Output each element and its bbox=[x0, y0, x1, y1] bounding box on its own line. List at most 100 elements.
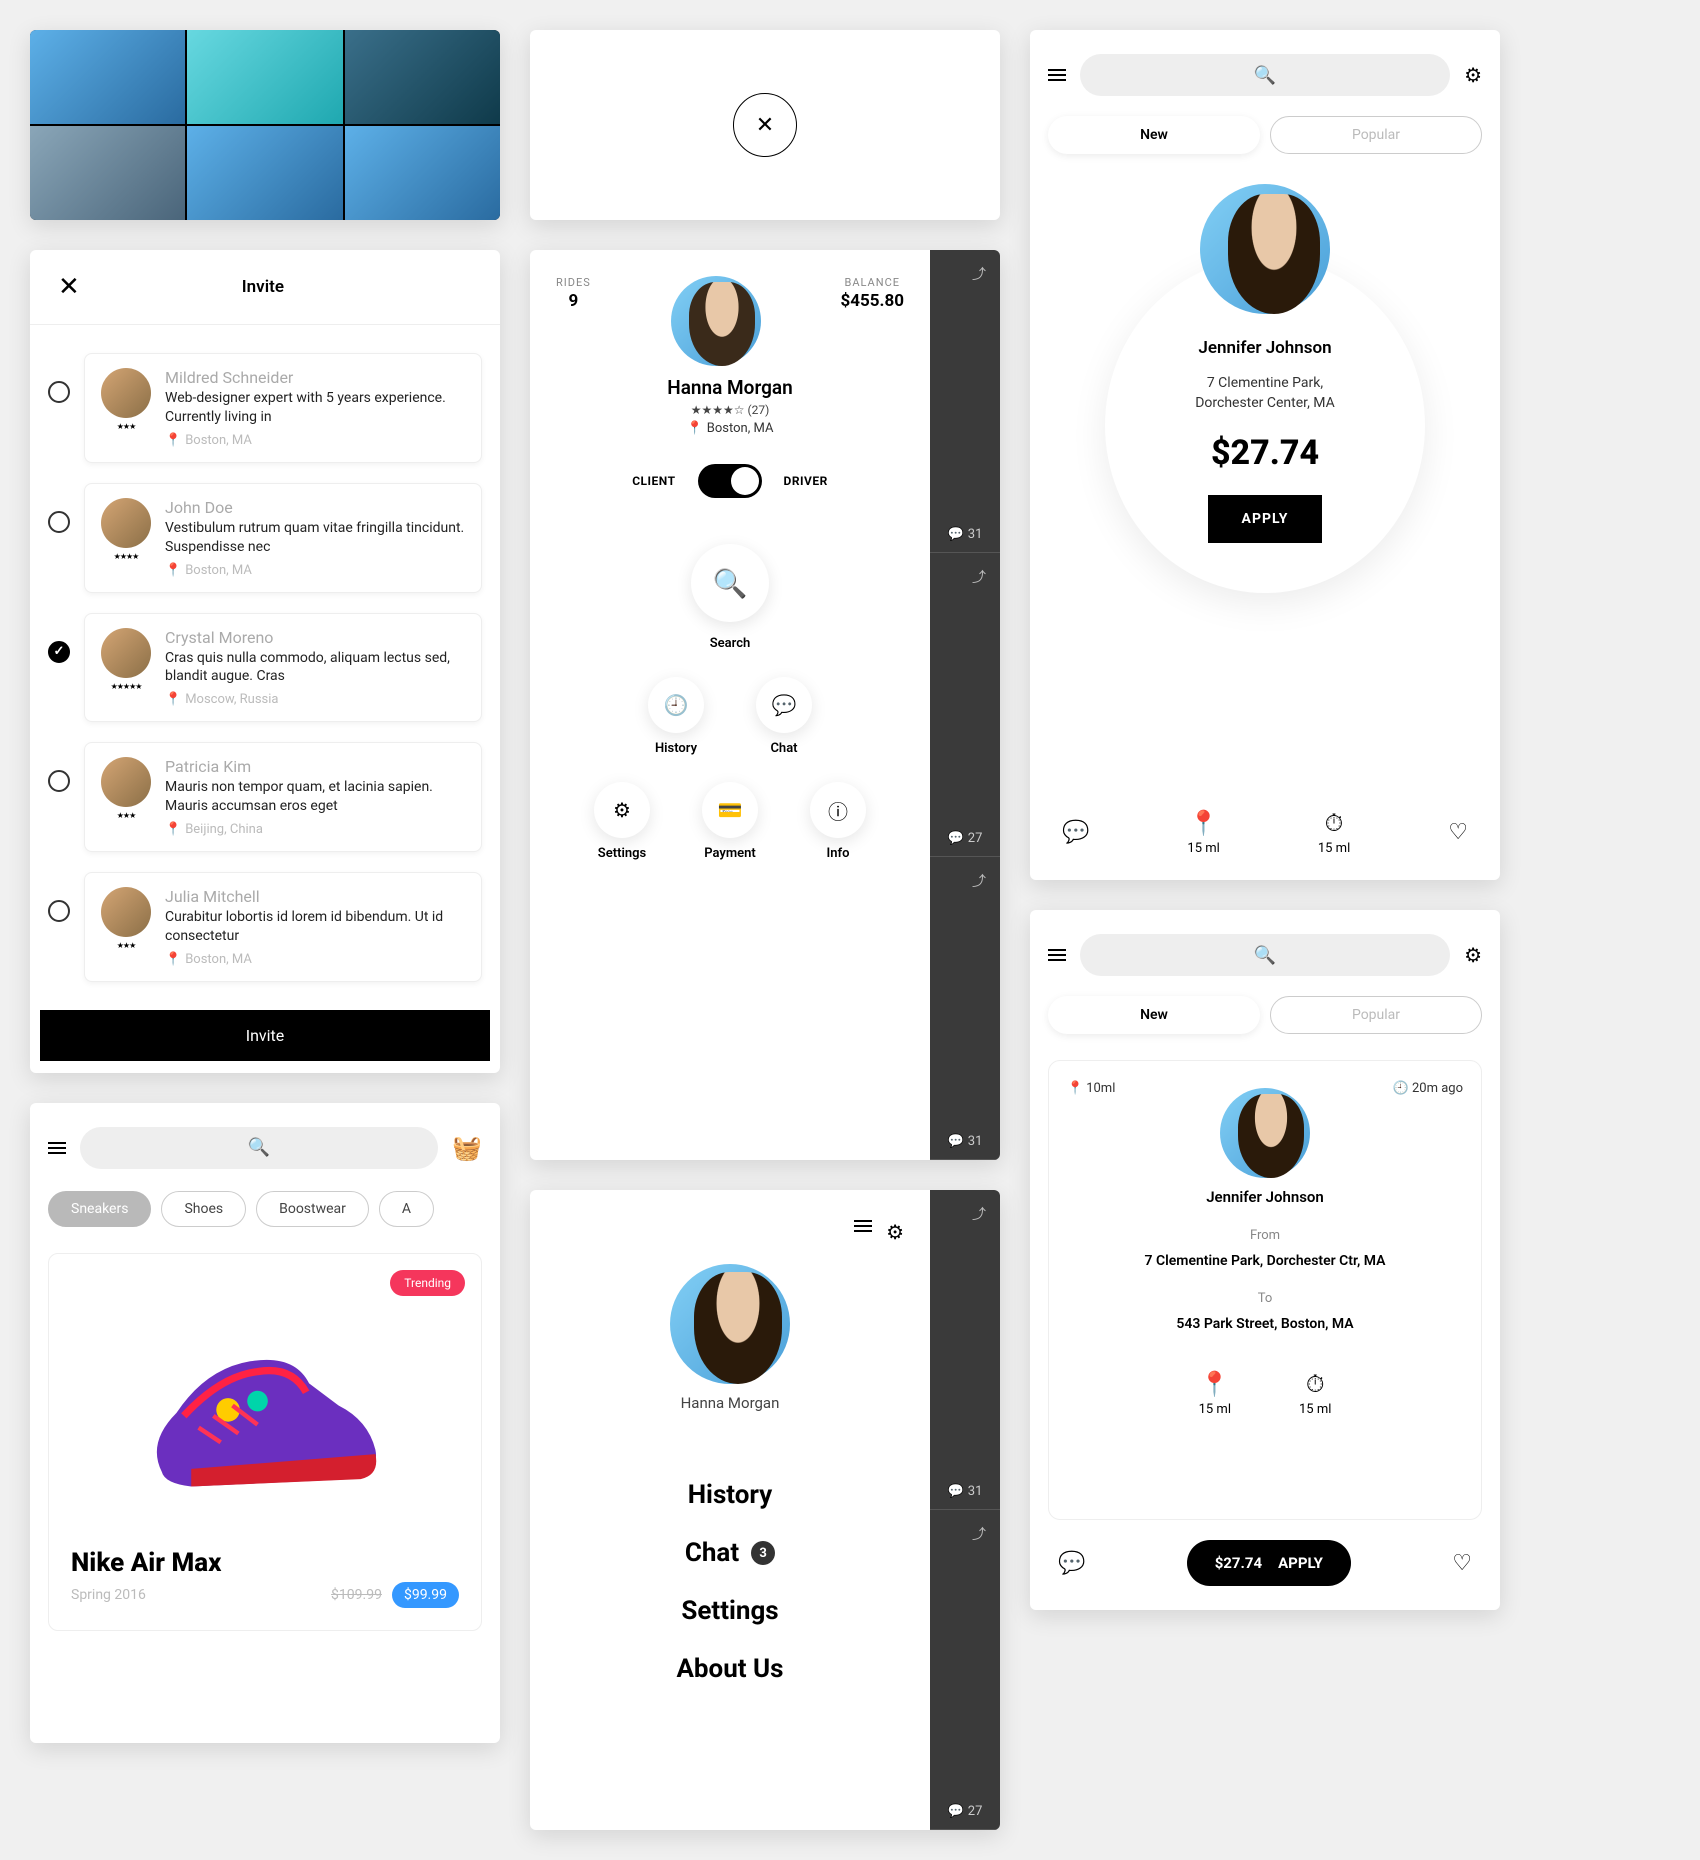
basket-icon[interactable]: 🧺 bbox=[452, 1134, 482, 1162]
chat-button[interactable]: 💬 bbox=[756, 677, 812, 733]
person-card[interactable]: ★★★ Mildred Schneider Web-designer exper… bbox=[84, 353, 482, 463]
ride-card: 📍10ml 🕘20m ago Jennifer Johnson From 7 C… bbox=[1048, 1060, 1482, 1520]
apply-button[interactable]: APPLY bbox=[1208, 495, 1323, 543]
category-chip[interactable]: Boostwear bbox=[256, 1191, 369, 1227]
search-input[interactable]: 🔍 bbox=[80, 1127, 438, 1169]
ride-ago: 20m ago bbox=[1412, 1081, 1463, 1096]
search-input[interactable]: 🔍 bbox=[1080, 934, 1450, 976]
share-icon[interactable]: ⤴ bbox=[972, 1204, 986, 1224]
avatar[interactable] bbox=[1200, 184, 1330, 314]
menu-settings[interactable]: Settings bbox=[681, 1596, 778, 1626]
balance-label: BALANCE bbox=[841, 276, 904, 289]
chat-badge: 3 bbox=[751, 1541, 775, 1565]
pin-icon: 📍 bbox=[165, 952, 181, 967]
person-name: Crystal Moreno bbox=[165, 628, 465, 647]
filter-icon[interactable]: ⚙ bbox=[1464, 63, 1482, 87]
heart-icon[interactable]: ♡ bbox=[1452, 1551, 1472, 1576]
close-button[interactable]: ✕ bbox=[733, 93, 797, 157]
info-button[interactable]: ⓘ bbox=[810, 782, 866, 838]
[interactable] bbox=[854, 1220, 872, 1244]
comment-icon: 💬 bbox=[948, 1804, 964, 1819]
person-card[interactable]: ★★★ Julia Mitchell Curabitur lobortis id… bbox=[84, 872, 482, 982]
gallery-thumb[interactable] bbox=[30, 126, 185, 220]
search-input[interactable]: 🔍 bbox=[1080, 54, 1450, 96]
menu-icon[interactable] bbox=[1048, 949, 1066, 961]
gallery-thumb[interactable] bbox=[345, 30, 500, 124]
tab-popular[interactable]: Popular bbox=[1270, 996, 1482, 1034]
select-radio[interactable] bbox=[48, 641, 70, 663]
heart-icon[interactable]: ♡ bbox=[1448, 820, 1468, 845]
search-label: Search bbox=[710, 636, 751, 651]
trending-badge: Trending bbox=[390, 1270, 465, 1296]
gallery-thumb[interactable] bbox=[345, 126, 500, 220]
tab-popular[interactable]: Popular bbox=[1270, 116, 1482, 154]
comment-icon: 💬 bbox=[948, 831, 964, 846]
gallery-thumb[interactable] bbox=[30, 30, 185, 124]
modal-close-screen: ✕ bbox=[530, 30, 1000, 220]
comment-count: 31 bbox=[968, 1134, 983, 1149]
menu-icon[interactable] bbox=[1048, 69, 1066, 81]
product-season: Spring 2016 bbox=[71, 1587, 146, 1603]
invite-screen: ✕ Invite ★★★ Mildred Schneider Web-desig… bbox=[30, 250, 500, 1073]
product-card[interactable]: Trending Nike Air Max Spring 2016 $109.9… bbox=[48, 1253, 482, 1631]
info-label: Info bbox=[827, 846, 850, 861]
select-radio[interactable] bbox=[48, 770, 70, 792]
product-image bbox=[71, 1276, 459, 1536]
avatar[interactable] bbox=[670, 1264, 790, 1384]
chat-icon[interactable]: 💬 bbox=[1062, 820, 1089, 845]
menu-about[interactable]: About Us bbox=[676, 1654, 783, 1684]
gallery-thumb[interactable] bbox=[187, 30, 342, 124]
category-chip[interactable]: Shoes bbox=[161, 1191, 246, 1227]
route-icon: 📍 bbox=[1189, 809, 1219, 837]
filter-icon[interactable]: ⚙ bbox=[886, 1220, 904, 1244]
payment-button[interactable]: 💳 bbox=[702, 782, 758, 838]
select-radio[interactable] bbox=[48, 511, 70, 533]
select-radio[interactable] bbox=[48, 900, 70, 922]
driver-card-screen: 🔍 ⚙ New Popular Jennifer Johnson 7 Cleme… bbox=[1030, 30, 1500, 880]
history-button[interactable]: 🕘 bbox=[648, 677, 704, 733]
person-card[interactable]: ★★★ Patricia Kim Mauris non tempor quam,… bbox=[84, 742, 482, 852]
share-icon[interactable]: ⤴ bbox=[972, 567, 986, 587]
metric-dist: 15 ml bbox=[1199, 1402, 1231, 1417]
person-name: John Doe bbox=[165, 498, 465, 517]
settings-button[interactable]: ⚙ bbox=[594, 782, 650, 838]
category-chip[interactable]: Sneakers bbox=[48, 1191, 151, 1227]
avatar[interactable] bbox=[1220, 1088, 1310, 1178]
avatar[interactable] bbox=[671, 276, 761, 366]
gallery-thumb[interactable] bbox=[187, 126, 342, 220]
category-chip[interactable]: A bbox=[379, 1191, 434, 1227]
drawer-name: Hanna Morgan bbox=[556, 1394, 904, 1412]
menu-chat[interactable]: Chat3 bbox=[685, 1538, 775, 1568]
menu-history[interactable]: History bbox=[688, 1480, 773, 1510]
chat-icon[interactable]: 💬 bbox=[1058, 1551, 1085, 1576]
addr-line1: 7 Clementine Park, bbox=[1207, 375, 1323, 391]
role-toggle[interactable] bbox=[698, 464, 762, 498]
invite-button[interactable]: Invite bbox=[40, 1010, 490, 1061]
share-icon[interactable]: ⤴ bbox=[972, 871, 986, 891]
driver-name: Jennifer Johnson bbox=[1135, 338, 1395, 358]
chat-label: Chat bbox=[770, 741, 797, 756]
clock-icon: 🕘 bbox=[1393, 1081, 1409, 1096]
comment-count: 27 bbox=[968, 1804, 983, 1819]
price-old: $109.99 bbox=[331, 1587, 382, 1603]
pin-icon: 📍 bbox=[165, 692, 181, 707]
balance-value: $455.80 bbox=[841, 291, 904, 311]
person-card[interactable]: ★★★★ John Doe Vestibulum rutrum quam vit… bbox=[84, 483, 482, 593]
pin-icon: 📍 bbox=[1067, 1081, 1083, 1096]
shop-screen: 🔍 🧺 Sneakers Shoes Boostwear A Trending Nik… bbox=[30, 1103, 500, 1743]
share-icon[interactable]: ⤴ bbox=[972, 1524, 986, 1544]
person-card[interactable]: ★★★★★ Crystal Moreno Cras quis nulla com… bbox=[84, 613, 482, 723]
menu-icon[interactable] bbox=[48, 1142, 66, 1154]
person-desc: Vestibulum rutrum quam vitae fringilla t… bbox=[165, 519, 465, 557]
filter-icon[interactable]: ⚙ bbox=[1464, 943, 1482, 967]
comment-count: 31 bbox=[968, 527, 983, 542]
search-button[interactable]: 🔍 bbox=[691, 544, 769, 622]
tab-new[interactable]: New bbox=[1048, 996, 1260, 1034]
comment-icon: 💬 bbox=[948, 1484, 964, 1499]
drawer-screen: ⚙ Hanna Morgan History Chat3 Settings Ab… bbox=[530, 1190, 1000, 1830]
tab-new[interactable]: New bbox=[1048, 116, 1260, 154]
select-radio[interactable] bbox=[48, 381, 70, 403]
apply-pill[interactable]: $27.74 APPLY bbox=[1187, 1540, 1351, 1586]
share-icon[interactable]: ⤴ bbox=[972, 264, 986, 284]
ride-detail-screen: 🔍 ⚙ New Popular 📍10ml 🕘20m ago Jennifer … bbox=[1030, 910, 1500, 1610]
